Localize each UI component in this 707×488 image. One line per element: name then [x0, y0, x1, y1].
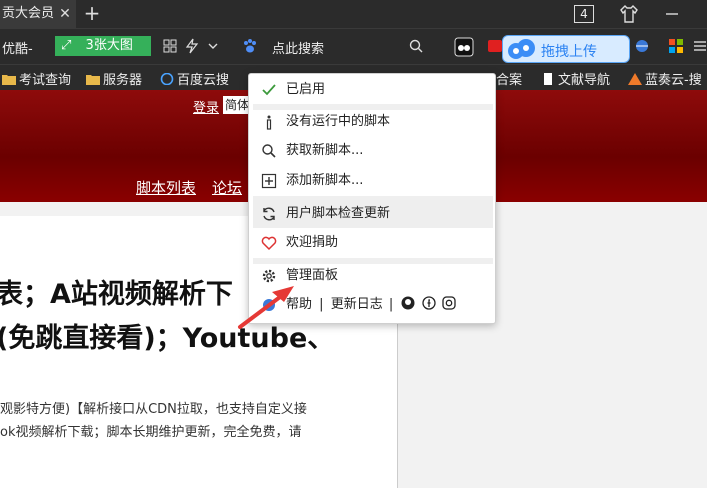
heart-icon: [261, 236, 277, 251]
minimize-icon[interactable]: [662, 4, 682, 24]
gear-icon: [262, 269, 276, 283]
ie-icon: [160, 73, 174, 85]
menu-no-script: 没有运行中的脚本: [253, 108, 493, 136]
grid-icon[interactable]: [162, 38, 178, 54]
new-tab-button[interactable]: +: [82, 0, 102, 28]
menu-add-script[interactable]: 添加新脚本...: [253, 167, 493, 195]
nav-forum[interactable]: 论坛: [212, 177, 242, 198]
menu-icon[interactable]: [692, 38, 707, 54]
bookmark-label: 百度云搜: [177, 73, 230, 88]
script-title-line1: 表；A站视频解析下: [0, 279, 233, 310]
bookmark-case[interactable]: 合案: [496, 69, 522, 88]
info-icon: [266, 115, 272, 130]
menu-label: 用户脚本检查更新: [286, 206, 391, 221]
bookmark-lanzou[interactable]: 蓝奏云-搜: [628, 69, 702, 88]
refresh-icon: [263, 207, 275, 221]
big-image-button[interactable]: ⤢ 3张大图: [55, 36, 151, 56]
tampermonkey-menu: 已启用 没有运行中的脚本 获取新脚本... 添加新脚本... 用户脚本检查更新 …: [248, 73, 496, 324]
tab-title: 贡大会员: [2, 6, 55, 21]
red-extension-icon[interactable]: [487, 38, 503, 54]
bookmark-baiduyun[interactable]: 百度云搜: [160, 69, 229, 88]
menu-label: 管理面板: [286, 268, 339, 283]
footer-pipe: |: [388, 297, 394, 312]
folder-icon: [86, 75, 100, 85]
changelog-link[interactable]: 更新日志: [331, 291, 383, 319]
menu-check-update[interactable]: 用户脚本检查更新: [253, 200, 493, 228]
menu-label: 欢迎捐助: [286, 235, 339, 250]
tampermonkey-icon[interactable]: [454, 37, 474, 57]
help-icon: [263, 299, 275, 311]
menu-label: 添加新脚本...: [286, 173, 364, 188]
tab-count-badge[interactable]: 4: [574, 5, 594, 23]
tab-close-icon[interactable]: ✕: [56, 0, 74, 28]
search-input[interactable]: 点此搜索: [272, 38, 324, 57]
menu-label: 获取新脚本...: [286, 143, 364, 158]
menu-enabled[interactable]: 已启用: [253, 76, 493, 104]
lanzou-icon: [628, 73, 642, 85]
tab-bar: 贡大会员 ✕ + 4: [0, 0, 707, 28]
instagram-icon[interactable]: [442, 296, 456, 310]
apps-icon[interactable]: [668, 38, 684, 54]
expand-icon: ⤢: [61, 38, 72, 53]
nav-script-list[interactable]: 脚本列表: [136, 177, 196, 198]
menu-get-script[interactable]: 获取新脚本...: [253, 137, 493, 165]
help-link[interactable]: 帮助: [286, 291, 312, 319]
menu-label: 已启用: [286, 82, 326, 97]
drag-upload-label: 拖拽上传: [541, 44, 597, 60]
bookmark-server[interactable]: 服务器: [86, 69, 142, 88]
page-icon: [544, 73, 552, 85]
bookmark-label: 合案: [496, 73, 523, 88]
plus-square-icon: [261, 173, 277, 189]
bookmark-label: 服务器: [103, 73, 143, 88]
baidu-cloud-icon: [508, 39, 535, 59]
folder-icon: [2, 75, 16, 85]
chevron-down-icon[interactable]: [205, 38, 221, 54]
footer-pipe: |: [319, 297, 324, 312]
github-icon[interactable]: [401, 296, 415, 310]
script-desc-line2: ok视频解析下载；脚本长期维护更新，完全免费，请: [0, 425, 302, 440]
big-image-label: 3张大图: [85, 38, 133, 53]
toolbar-left-text[interactable]: 优酷-: [2, 38, 33, 57]
menu-footer: 帮助 | 更新日志 |: [253, 291, 493, 319]
search-icon[interactable]: [408, 38, 424, 54]
check-icon: [262, 84, 276, 96]
bookmark-label: 文献导航: [558, 73, 611, 88]
globe-icon[interactable]: [634, 38, 650, 54]
drag-upload-button[interactable]: 拖拽上传: [502, 35, 630, 63]
search-icon: [262, 144, 276, 158]
bookmark-literature[interactable]: 文献导航: [541, 69, 610, 88]
facebook-icon[interactable]: [421, 296, 436, 310]
login-link[interactable]: 登录: [193, 97, 219, 116]
script-desc-line1: 观影特方便)【解析接口从CDN拉取，也支持自定义接: [0, 402, 307, 417]
lightning-icon[interactable]: [184, 38, 200, 54]
skin-icon[interactable]: [620, 4, 638, 24]
menu-donate[interactable]: 欢迎捐助: [253, 229, 493, 257]
bookmark-label: 考试查询: [19, 73, 72, 88]
baidu-paw-icon[interactable]: [242, 38, 258, 54]
bookmark-label: 蓝奏云-搜: [645, 73, 702, 88]
bookmark-exam[interactable]: 考试查询: [2, 69, 71, 88]
menu-dashboard[interactable]: 管理面板: [253, 262, 493, 290]
menu-label: 没有运行中的脚本: [286, 114, 391, 129]
